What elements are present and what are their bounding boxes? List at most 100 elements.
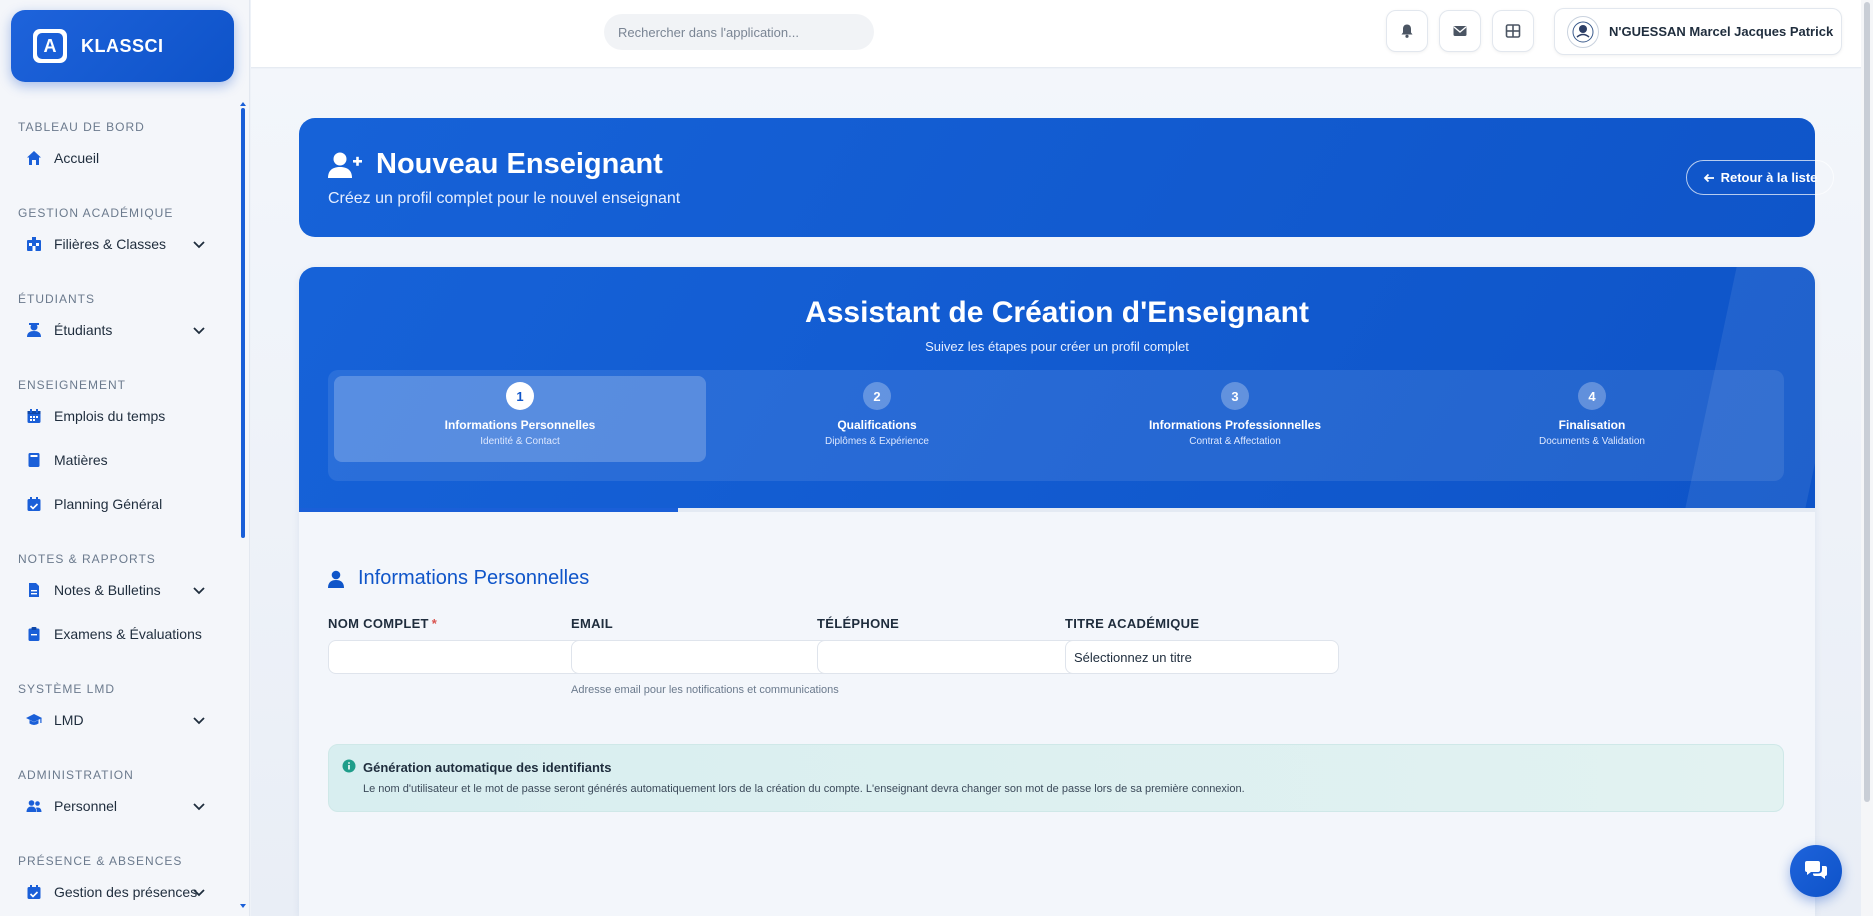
wizard-step-4[interactable]: 4 Finalisation Documents & Validation (1406, 376, 1778, 462)
sidebar-item-examens-evaluations[interactable]: Examens & Évaluations (0, 612, 238, 656)
brand-name: KLASSCI (81, 35, 164, 56)
calendar-icon (26, 408, 42, 424)
avatar (1567, 15, 1599, 48)
email-input[interactable] (571, 640, 845, 674)
wizard-steps: 1 Informations Personnelles Identité & C… (328, 370, 1784, 481)
sidebar-item-accueil[interactable]: Accueil (0, 136, 238, 180)
step-number: 4 (1578, 382, 1606, 410)
notifications-button[interactable] (1386, 10, 1428, 52)
wizard-step-2[interactable]: 2 Qualifications Diplômes & Expérience (691, 376, 1063, 462)
wizard-step-3[interactable]: 3 Informations Professionnelles Contrat … (1049, 376, 1421, 462)
chevron-down-icon[interactable] (191, 798, 207, 814)
graduation-cap-icon (26, 712, 42, 728)
sidebar-item-label: Étudiants (54, 322, 113, 338)
chat-button[interactable] (1790, 845, 1842, 897)
step-label: Finalisation (1558, 418, 1626, 432)
wizard-progress (299, 508, 1815, 512)
scroll-up-icon[interactable] (239, 100, 247, 108)
sidebar-item-label: Examens & Évaluations (54, 626, 202, 642)
sidebar-item-lmd[interactable]: LMD (0, 698, 238, 742)
search-input[interactable] (604, 14, 874, 50)
sidebar-item-planning-general[interactable]: Planning Général (0, 482, 238, 526)
student-icon (26, 322, 42, 338)
topbar: N'GUESSAN Marcel Jacques Patrick (251, 0, 1861, 68)
book-icon (26, 452, 42, 468)
info-title: Génération automatique des identifiants (363, 760, 612, 775)
info-text: Le nom d'utilisateur et le mot de passe … (363, 783, 1245, 795)
wizard-title: Assistant de Création d'Enseignant (805, 296, 1309, 329)
wizard-step-1[interactable]: 1 Informations Personnelles Identité & C… (334, 376, 706, 462)
sidebar-item-matieres[interactable]: Matières (0, 438, 238, 482)
step-description: Identité & Contact (480, 436, 560, 447)
step-label: Qualifications (837, 418, 917, 432)
file-icon (26, 582, 42, 598)
sidebar-item-label: Accueil (54, 150, 100, 166)
step-description: Contrat & Affectation (1189, 436, 1281, 447)
telephone-label: TÉLÉPHONE (817, 616, 900, 631)
sidebar-nav: TABLEAU DE BORD Accueil GESTION ACADÉMIQ… (0, 118, 238, 916)
info-alert: Génération automatique des identifiants … (328, 744, 1784, 812)
page-title-text: Nouveau Enseignant (376, 148, 663, 180)
school-crest-icon (1572, 21, 1594, 42)
info-circle-icon (342, 759, 356, 773)
arrow-left-icon (1703, 173, 1714, 182)
nav-section-title: PRÉSENCE & ABSENCES (18, 854, 183, 868)
form-section-title: Informations Personnelles (328, 567, 589, 590)
sidebar-item-emplois-du-temps[interactable]: Emplois du temps (0, 394, 238, 438)
sidebar-item-label: Notes & Bulletins (54, 582, 161, 598)
titre-academique-select[interactable]: Sélectionnez un titre (1065, 640, 1339, 674)
page-scrollbar-thumb[interactable] (1864, 2, 1870, 802)
user-icon (328, 570, 344, 588)
envelope-icon (1453, 26, 1467, 36)
step-number: 3 (1221, 382, 1249, 410)
calendar-check-icon (26, 884, 42, 900)
chevron-down-icon[interactable] (191, 712, 207, 728)
page-subtitle: Créez un profil complet pour le nouvel e… (328, 190, 681, 207)
users-icon (26, 798, 42, 814)
user-menu[interactable]: N'GUESSAN Marcel Jacques Patrick (1554, 8, 1842, 55)
nav-section-title: NOTES & RAPPORTS (18, 552, 156, 566)
sidebar-item-notes-bulletins[interactable]: Notes & Bulletins (0, 568, 238, 612)
bell-icon (1401, 24, 1413, 38)
brand-logo[interactable]: A KLASSCI (11, 10, 234, 82)
sidebar-item-gestion-des-presences[interactable]: Gestion des présences (0, 870, 238, 914)
scroll-down-icon[interactable] (239, 902, 247, 910)
wizard-progress-fill (299, 508, 678, 512)
chevron-down-icon[interactable] (191, 884, 207, 900)
sidebar-item-label: Emplois du temps (54, 408, 166, 424)
titre-academique-label: TITRE ACADÉMIQUE (1065, 616, 1200, 631)
apps-button[interactable] (1492, 10, 1534, 52)
sidebar-scrollbar-thumb[interactable] (241, 108, 245, 538)
nom-complet-input[interactable] (328, 640, 602, 674)
telephone-input[interactable] (817, 640, 1091, 674)
page-title: Nouveau Enseignant (328, 148, 663, 181)
step-description: Diplômes & Expérience (825, 436, 929, 447)
chevron-down-icon[interactable] (191, 236, 207, 252)
chevron-down-icon[interactable] (191, 582, 207, 598)
sidebar-item-label: Matières (54, 452, 108, 468)
nav-section-title: GESTION ACADÉMIQUE (18, 206, 174, 220)
sidebar-item-etudiants[interactable]: Étudiants (0, 308, 238, 352)
sidebar-item-label: Filières & Classes (54, 236, 167, 252)
sidebar-item-label: LMD (54, 712, 84, 728)
messages-button[interactable] (1439, 10, 1481, 52)
page-scrollbar[interactable] (1861, 0, 1873, 916)
page-header: Nouveau Enseignant Créez un profil compl… (299, 118, 1834, 237)
nav-section-title: SYSTÈME LMD (18, 682, 116, 696)
back-button-label: Retour à la liste (1720, 170, 1818, 185)
sidebar-item-filieres-classes[interactable]: Filières & Classes (0, 222, 238, 266)
required-mark: * (431, 616, 438, 631)
chevron-down-icon[interactable] (191, 322, 207, 338)
user-plus-icon (328, 152, 362, 178)
step-number: 1 (506, 382, 534, 410)
back-to-list-button[interactable]: Retour à la liste (1686, 160, 1834, 195)
wizard-subtitle: Suivez les étapes pour créer un profil c… (925, 339, 1189, 354)
sidebar-item-label: Gestion des présences (54, 884, 198, 900)
sidebar-item-personnel[interactable]: Personnel (0, 784, 238, 828)
step-label: Informations Professionnelles (1148, 418, 1322, 432)
creation-wizard: Assistant de Création d'Enseignant Suive… (299, 267, 1815, 916)
home-icon (26, 150, 42, 166)
step-label: Informations Personnelles (444, 418, 596, 432)
nav-section-title: ENSEIGNEMENT (18, 378, 127, 392)
clipboard-icon (26, 626, 42, 642)
